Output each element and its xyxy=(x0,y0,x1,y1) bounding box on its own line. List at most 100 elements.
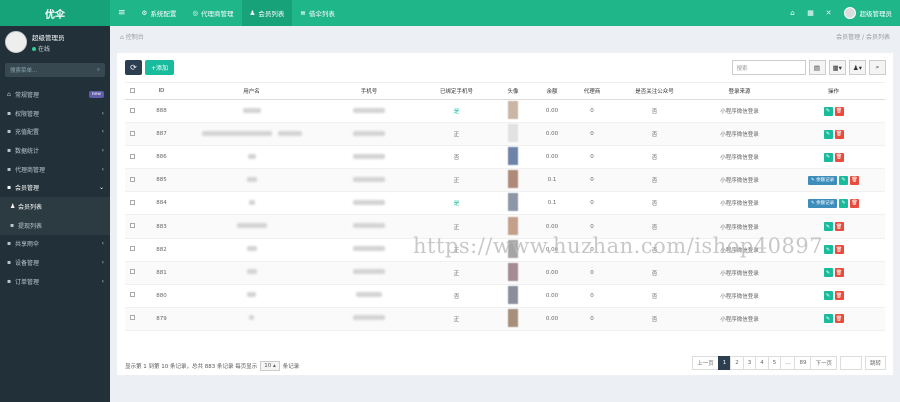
refresh-button[interactable]: ⟳ xyxy=(125,60,142,75)
row-checkbox[interactable] xyxy=(125,191,139,216)
sidebar-search-input[interactable]: 搜索菜单... ⌕ xyxy=(5,63,105,77)
table-row[interactable]: 884 是 0.1 0 否小程序微信登录 ✎ 余额记录 ✎ 🗑 xyxy=(125,191,885,216)
row-checkbox[interactable] xyxy=(125,122,139,147)
table-row[interactable]: 879 正 0.00 0 否小程序微信登录 ✎ 🗑 xyxy=(125,307,885,331)
delete-button[interactable]: 🗑 xyxy=(834,245,844,255)
checkbox-icon xyxy=(129,87,135,93)
sidebar-item[interactable]: ▪ 设备管理 ‹ xyxy=(0,253,110,272)
delete-button[interactable]: 🗑 xyxy=(834,129,844,139)
top-nav-item[interactable]: ♟ 会员列表 xyxy=(241,0,293,26)
table-row[interactable]: 885 正 0.1 0 否小程序微信登录 ✎ 余额记录 ✎ 🗑 xyxy=(125,168,885,193)
delete-button[interactable]: 🗑 xyxy=(850,198,860,208)
next-page-button[interactable]: 下一页 xyxy=(810,356,837,370)
page-button[interactable]: 5 xyxy=(767,356,782,370)
top-nav-item[interactable]: ≣ 借伞列表 xyxy=(292,0,342,26)
edit-button[interactable]: ✎ xyxy=(823,222,833,232)
cell-agent: 0 xyxy=(572,145,612,170)
balance-record-button[interactable]: ✎ 余额记录 xyxy=(807,175,838,185)
app-logo[interactable]: 优伞 xyxy=(0,0,110,26)
table-row[interactable]: 887 正 0.00 0 否小程序微信登录 ✎ 🗑 xyxy=(125,122,885,147)
table-row[interactable]: 881 正 0.00 0 否小程序微信登录 ✎ 🗑 xyxy=(125,261,885,285)
edit-button[interactable]: ✎ xyxy=(823,152,833,162)
edit-button[interactable]: ✎ xyxy=(823,106,833,116)
sidebar-item-icon: ▪ xyxy=(7,240,12,248)
go-button[interactable]: 跳转 xyxy=(864,356,886,370)
export-button[interactable]: ♟▾ xyxy=(848,60,866,75)
search-input[interactable]: 搜索 xyxy=(731,60,806,75)
edit-button[interactable]: ✎ xyxy=(839,198,849,208)
sidebar-item[interactable]: ▪ 提现列表 xyxy=(0,215,110,235)
table-row[interactable]: 888 是 0.00 0 否小程序微信登录 ✎ 🗑 xyxy=(125,99,885,124)
page-button[interactable]: 2 xyxy=(730,356,744,370)
blurred-phone xyxy=(353,315,385,321)
select-all-checkbox[interactable] xyxy=(125,82,139,100)
page-button[interactable]: 89 xyxy=(794,356,812,370)
delete-button[interactable]: 🗑 xyxy=(834,268,844,278)
page-button[interactable]: ... xyxy=(780,356,796,370)
toggle-view-button[interactable]: ▤ xyxy=(808,60,826,75)
row-checkbox[interactable] xyxy=(125,284,139,308)
avatar xyxy=(508,147,518,166)
sidebar-item[interactable]: ⌂ 常规管理 new xyxy=(0,85,110,104)
sidebar-item-label: 权限管理 xyxy=(15,110,40,118)
sidebar-item[interactable]: ▪ 订单管理 ‹ xyxy=(0,272,110,291)
fullscreen-icon[interactable]: ✕ xyxy=(820,9,838,17)
top-nav-item[interactable]: ◎ 代理商管理 xyxy=(184,0,241,26)
avatar xyxy=(843,7,856,19)
columns-button[interactable]: ▦▾ xyxy=(828,60,846,75)
watermark: https://www.huzhan.com/ishop40897 xyxy=(413,234,824,258)
top-bar: 优伞 ≡ ⚙ 系统配置 ◎ 代理商管理 ♟ 会员列表 ≣ 借伞列表 ⌂ ▦ ✕ 超级管理员 xyxy=(0,0,900,26)
home-icon[interactable]: ⌂ xyxy=(784,9,802,17)
edit-button[interactable]: ✎ xyxy=(823,291,833,301)
menu-toggle-button[interactable]: ≡ xyxy=(110,0,134,26)
sidebar-item[interactable]: ▪ 充值配置 ‹ xyxy=(0,122,110,141)
trash-icon[interactable]: ▦ xyxy=(802,9,820,17)
page-button[interactable]: 1 xyxy=(717,356,732,370)
row-checkbox[interactable] xyxy=(125,168,139,193)
table-row[interactable]: 886 否 0.00 0 否小程序微信登录 ✎ 🗑 xyxy=(125,145,885,170)
edit-button[interactable]: ✎ xyxy=(823,268,833,278)
chevron-icon: ‹ xyxy=(101,109,104,117)
column-header: ID xyxy=(139,82,184,100)
edit-button[interactable]: ✎ xyxy=(839,175,849,185)
cell-id: 880 xyxy=(139,284,184,308)
sidebar-item[interactable]: ♟ 会员列表 xyxy=(0,197,110,216)
row-checkbox[interactable] xyxy=(125,261,139,285)
cell-bound: 是 xyxy=(419,191,494,216)
sidebar-item[interactable]: ▪ 代理商管理 ‹ xyxy=(0,160,110,179)
page-jump-input[interactable] xyxy=(839,356,862,370)
row-checkbox[interactable] xyxy=(125,99,139,124)
user-menu[interactable]: 超级管理员 xyxy=(838,7,900,19)
table-row[interactable]: 880 否 0.00 0 否小程序微信登录 ✎ 🗑 xyxy=(125,284,885,308)
add-button[interactable]: +添加 xyxy=(145,60,175,75)
top-nav-item[interactable]: ⚙ 系统配置 xyxy=(134,0,185,26)
sidebar-item[interactable]: ▪ 权限管理 ‹ xyxy=(0,104,110,123)
edit-button[interactable]: ✎ xyxy=(823,245,833,255)
prev-page-button[interactable]: 上一页 xyxy=(692,356,719,370)
sidebar-item[interactable]: ▪ 会员管理 ⌄ xyxy=(0,178,110,197)
row-checkbox[interactable] xyxy=(125,238,139,262)
per-page-select[interactable]: 10 ▴ xyxy=(260,361,280,371)
row-checkbox[interactable] xyxy=(125,145,139,170)
delete-button[interactable]: 🗑 xyxy=(850,175,860,185)
sidebar-item[interactable]: ▪ 数据统计 ‹ xyxy=(0,141,110,160)
row-checkbox[interactable] xyxy=(125,307,139,331)
column-header: 登录来源 xyxy=(697,82,782,100)
page-button[interactable]: 3 xyxy=(742,356,757,370)
delete-button[interactable]: 🗑 xyxy=(834,291,844,301)
breadcrumb-home[interactable]: ⌂ 控制台 xyxy=(120,32,144,41)
page-button[interactable]: 4 xyxy=(755,356,769,370)
balance-record-button[interactable]: ✎ 余额记录 xyxy=(807,198,838,208)
cell-phone xyxy=(319,261,419,285)
sidebar-item[interactable]: ▪ 共享雨伞 ‹ xyxy=(0,235,110,254)
checkbox-icon xyxy=(129,246,135,252)
delete-button[interactable]: 🗑 xyxy=(834,222,844,232)
cell-avatar xyxy=(494,261,532,285)
row-checkbox[interactable] xyxy=(125,214,139,239)
delete-button[interactable]: 🗑 xyxy=(834,152,844,162)
edit-button[interactable]: ✎ xyxy=(823,314,833,324)
delete-button[interactable]: 🗑 xyxy=(834,314,844,324)
delete-button[interactable]: 🗑 xyxy=(834,106,844,116)
search-toggle-button[interactable]: ⌕ xyxy=(869,60,886,75)
edit-button[interactable]: ✎ xyxy=(823,129,833,139)
